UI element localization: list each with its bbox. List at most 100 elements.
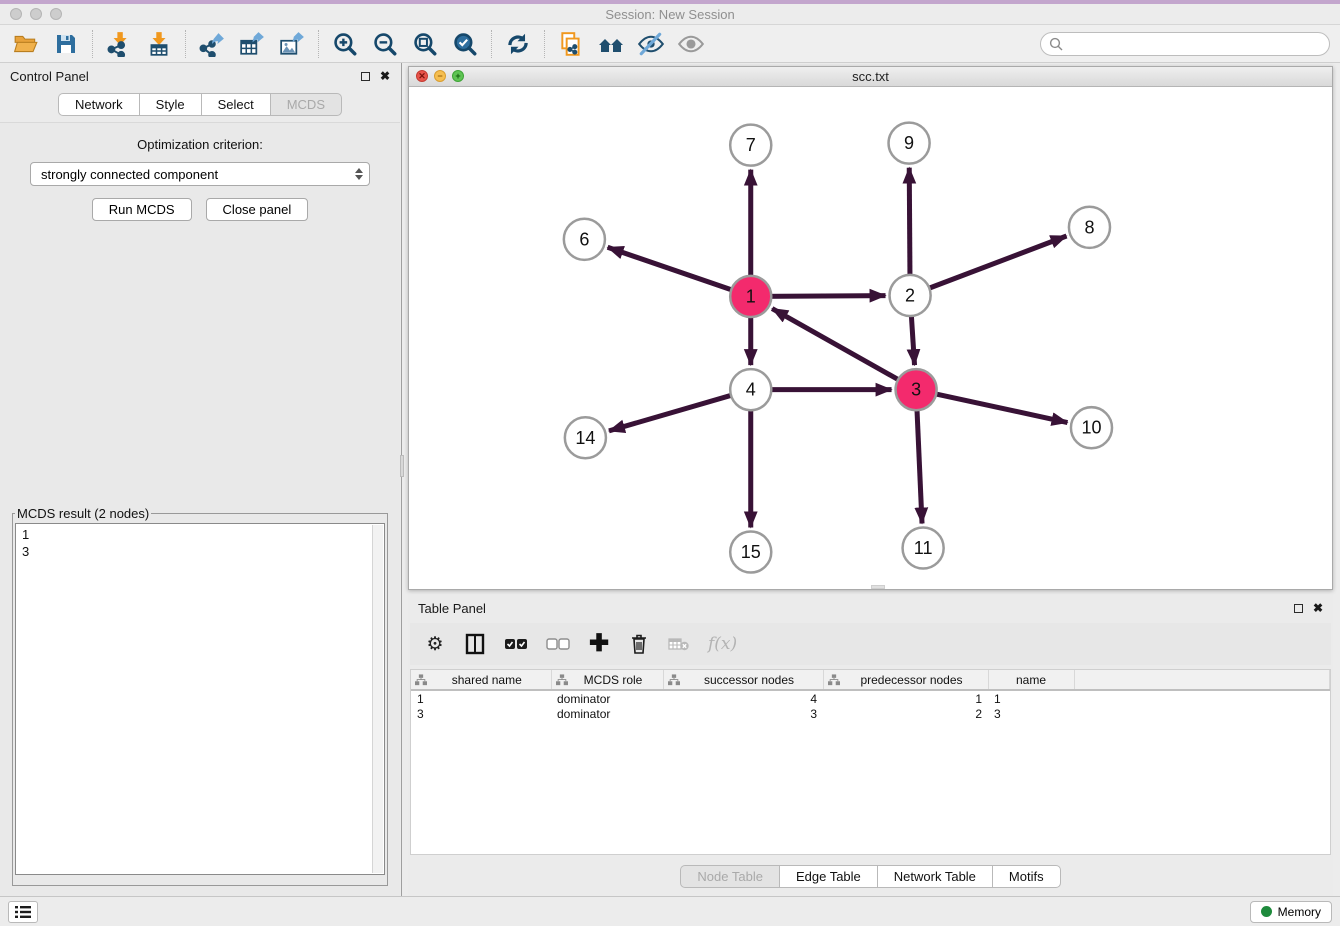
control-panel: Control Panel ✖ Network Style Select MCD… [0,63,400,896]
select-all-columns-icon[interactable] [504,632,528,656]
graph-node-label: 11 [914,538,933,558]
hide-selected-icon[interactable] [637,30,665,58]
mcds-result-list[interactable]: 1 3 [15,523,385,875]
tab-edge-table[interactable]: Edge Table [779,865,877,888]
result-scrollbar[interactable] [372,525,383,873]
table-panel-close-button[interactable]: ✖ [1313,601,1323,615]
delete-table-icon[interactable] [668,632,690,656]
tab-style[interactable]: Style [139,93,201,116]
import-network-icon[interactable] [105,30,133,58]
table-row[interactable]: 1 dominator 4 1 1 [411,690,1330,706]
table-tabs: Node Table Edge Table Network Table Moti… [408,855,1333,896]
control-panel-title: Control Panel [10,69,89,84]
network-view-window: ✕ − + scc.txt 7968124314101511 [408,66,1333,590]
search-input[interactable] [1068,37,1321,51]
network-window-title: scc.txt [409,69,1332,84]
control-panel-close-button[interactable]: ✖ [380,69,390,83]
mcds-result-group: MCDS result (2 nodes) 1 3 [12,506,388,886]
mcds-result-line: 1 [22,526,370,543]
task-history-button[interactable] [8,901,38,923]
canvas-resize-handle[interactable] [871,585,885,589]
cell-shared-name[interactable]: 3 [411,706,551,722]
table-header-row: shared name MCDS role successor nodes pr… [411,670,1330,690]
tab-mcds[interactable]: MCDS [270,93,342,116]
cell-successor-nodes[interactable]: 4 [663,690,823,706]
table-settings-icon[interactable]: ⚙ [424,632,446,656]
cell-mcds-role[interactable]: dominator [551,706,663,722]
memory-button[interactable]: Memory [1250,901,1332,923]
edge-3-1[interactable] [772,308,909,385]
open-session-icon[interactable] [12,30,40,58]
splitter-handle[interactable] [400,455,404,477]
edge-3-10[interactable] [924,391,1067,422]
edge-1-6[interactable] [608,247,743,293]
tab-node-table[interactable]: Node Table [680,865,779,888]
cell-mcds-role[interactable]: dominator [551,690,663,706]
tab-network[interactable]: Network [58,93,139,116]
export-table-icon[interactable] [238,30,266,58]
column-header-mcds-role[interactable]: MCDS role [551,670,663,690]
panel-splitter[interactable] [400,63,404,896]
function-builder-icon[interactable]: f(x) [708,632,737,656]
cell-predecessor-nodes[interactable]: 1 [823,690,988,706]
edge-2-8[interactable] [918,236,1067,293]
column-header-filler [1074,670,1330,690]
tab-select[interactable]: Select [201,93,270,116]
graph-node-label: 10 [1081,418,1101,438]
tab-network-table[interactable]: Network Table [877,865,992,888]
edge-1-2[interactable] [759,296,886,297]
first-neighbors-icon[interactable] [597,30,625,58]
criterion-select[interactable]: strongly connected component [30,162,370,186]
cell-name[interactable]: 3 [988,706,1074,722]
import-table-icon[interactable] [145,30,173,58]
column-header-predecessor-nodes[interactable]: predecessor nodes [823,670,988,690]
cell-successor-nodes[interactable]: 3 [663,706,823,722]
unselect-all-columns-icon[interactable] [546,632,570,656]
zoom-fit-icon[interactable] [411,30,439,58]
network-graph: 7968124314101511 [409,87,1332,589]
mcds-result-title: MCDS result (2 nodes) [15,506,151,521]
export-network-icon[interactable] [198,30,226,58]
close-panel-button[interactable]: Close panel [206,198,309,221]
optimization-criterion-label: Optimization criterion: [12,137,388,152]
node-table[interactable]: shared name MCDS role successor nodes pr… [410,669,1331,855]
zoom-selected-icon[interactable] [451,30,479,58]
cell-predecessor-nodes[interactable]: 2 [823,706,988,722]
table-panel-float-button[interactable] [1294,604,1303,613]
hierarchy-icon [556,674,568,686]
export-image-icon[interactable] [278,30,306,58]
delete-column-icon[interactable] [628,632,650,656]
control-panel-tabs: Network Style Select MCDS [0,93,400,116]
cell-name[interactable]: 1 [988,690,1074,706]
tab-motifs[interactable]: Motifs [992,865,1061,888]
zoom-out-icon[interactable] [371,30,399,58]
show-all-icon[interactable] [677,30,705,58]
memory-label: Memory [1278,905,1321,919]
apply-layout-icon[interactable] [504,30,532,58]
graph-node-label: 15 [741,542,761,562]
column-header-successor-nodes[interactable]: successor nodes [663,670,823,690]
column-header-shared-name[interactable]: shared name [411,670,551,690]
create-column-icon[interactable]: ✚ [588,632,610,656]
show-columns-icon[interactable] [464,632,486,656]
table-toolbar: ⚙ ✚ f(x) [410,623,1331,665]
column-header-name[interactable]: name [988,670,1074,690]
cell-shared-name[interactable]: 1 [411,690,551,706]
edge-2-9[interactable] [909,168,910,288]
hierarchy-icon [668,674,680,686]
select-stepper-icon [355,168,363,180]
edge-4-14[interactable] [609,392,743,431]
clone-network-icon[interactable] [557,30,585,58]
graph-node-label: 4 [746,380,756,400]
search-field[interactable] [1040,32,1330,56]
control-panel-float-button[interactable] [361,72,370,81]
run-mcds-button[interactable]: Run MCDS [92,198,192,221]
list-icon [15,906,31,918]
graph-node-label: 7 [746,135,756,155]
edge-3-11[interactable] [916,398,922,524]
graph-node-label: 2 [905,285,915,305]
table-row[interactable]: 3 dominator 3 2 3 [411,706,1330,722]
zoom-in-icon[interactable] [331,30,359,58]
network-canvas[interactable]: 7968124314101511 [409,87,1332,589]
save-session-icon[interactable] [52,30,80,58]
